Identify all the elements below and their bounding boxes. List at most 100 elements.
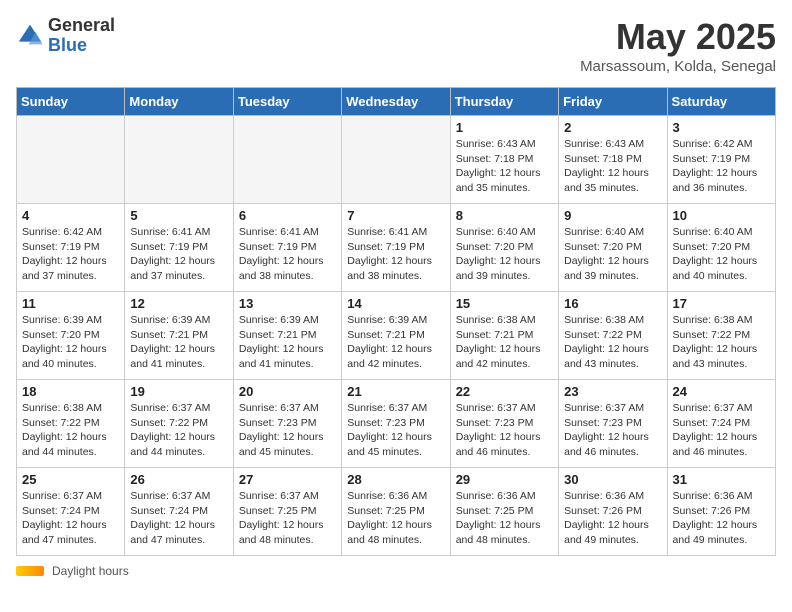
location-title: Marsassoum, Kolda, Senegal bbox=[580, 58, 776, 75]
calendar-cell: 8 Sunrise: 6:40 AM Sunset: 7:20 PM Daylig… bbox=[450, 204, 558, 292]
day-info: Sunrise: 6:41 AM Sunset: 7:19 PM Dayligh… bbox=[130, 225, 227, 284]
day-number: 17 bbox=[673, 296, 770, 311]
day-number: 29 bbox=[456, 472, 553, 487]
calendar-cell: 1Sunrise: 6:43 AM Sunset: 7:18 PM Daylig… bbox=[450, 116, 558, 204]
day-info: Sunrise: 6:40 AM Sunset: 7:20 PM Dayligh… bbox=[456, 225, 553, 284]
calendar-week-5: 25 Sunrise: 6:37 AM Sunset: 7:24 PM Dayli… bbox=[17, 468, 776, 556]
day-number: 27 bbox=[239, 472, 336, 487]
day-info: Sunrise: 6:37 AM Sunset: 7:22 PM Dayligh… bbox=[130, 401, 227, 460]
day-info: Sunrise: 6:37 AM Sunset: 7:23 PM Dayligh… bbox=[564, 401, 661, 460]
day-number: 31 bbox=[673, 472, 770, 487]
calendar-cell: 29 Sunrise: 6:36 AM Sunset: 7:25 PM Dayli… bbox=[450, 468, 558, 556]
calendar-week-3: 11 Sunrise: 6:39 AM Sunset: 7:20 PM Dayli… bbox=[17, 292, 776, 380]
day-number: 26 bbox=[130, 472, 227, 487]
calendar-cell: 12Sunrise: 6:39 AM Sunset: 7:21 PM Dayli… bbox=[125, 292, 233, 380]
day-number: 2 bbox=[564, 120, 661, 135]
day-number: 1 bbox=[456, 120, 553, 135]
day-info: Sunrise: 6:37 AM Sunset: 7:25 PM Dayligh… bbox=[239, 489, 336, 548]
day-info: Sunrise: 6:37 AM Sunset: 7:23 PM Dayligh… bbox=[347, 401, 444, 460]
calendar-cell bbox=[342, 116, 450, 204]
logo-general-text: General bbox=[48, 16, 115, 36]
day-number: 14 bbox=[347, 296, 444, 311]
day-number: 18 bbox=[22, 384, 119, 399]
day-info: Sunrise: 6:36 AM Sunset: 7:25 PM Dayligh… bbox=[456, 489, 553, 548]
header-friday: Friday bbox=[559, 88, 667, 116]
calendar-cell: 17 Sunrise: 6:38 AM Sunset: 7:22 PM Dayli… bbox=[667, 292, 775, 380]
calendar-week-1: 1 Sunrise: 6:43 AM Sunset: 7:18 PM Daylig… bbox=[17, 116, 776, 204]
calendar-cell: 27 Sunrise: 6:37 AM Sunset: 7:25 PM Dayli… bbox=[233, 468, 341, 556]
day-number: 11 bbox=[22, 296, 119, 311]
calendar-cell: 10Sunrise: 6:40 AM Sunset: 7:20 PM Dayli… bbox=[667, 204, 775, 292]
day-info: Sunrise: 6:39 AM Sunset: 7:21 PM Dayligh… bbox=[239, 313, 336, 372]
day-number: 19 bbox=[130, 384, 227, 399]
day-info: Sunrise: 6:39 AM Sunset: 7:20 PM Dayligh… bbox=[22, 313, 119, 372]
day-number: 5 bbox=[130, 208, 227, 223]
logo-blue-text: Blue bbox=[48, 36, 115, 56]
day-info: Sunrise: 6:38 AM Sunset: 7:22 PM Dayligh… bbox=[673, 313, 770, 372]
day-info: Sunrise: 6:42 AM Sunset: 7:19 PM Dayligh… bbox=[22, 225, 119, 284]
calendar-cell: 28 Sunrise: 6:36 AM Sunset: 7:25 PM Dayli… bbox=[342, 468, 450, 556]
day-number: 13 bbox=[239, 296, 336, 311]
calendar-cell: 15 Sunrise: 6:38 AM Sunset: 7:21 PM Dayli… bbox=[450, 292, 558, 380]
day-info: Sunrise: 6:41 AM Sunset: 7:19 PM Dayligh… bbox=[347, 225, 444, 284]
daylight-label: Daylight hours bbox=[52, 564, 129, 578]
day-info: Sunrise: 6:37 AM Sunset: 7:24 PM Dayligh… bbox=[130, 489, 227, 548]
day-number: 23 bbox=[564, 384, 661, 399]
calendar-cell: 4Sunrise: 6:42 AM Sunset: 7:19 PM Daylig… bbox=[17, 204, 125, 292]
calendar-cell: 16 Sunrise: 6:38 AM Sunset: 7:22 PM Dayli… bbox=[559, 292, 667, 380]
day-number: 16 bbox=[564, 296, 661, 311]
day-info: Sunrise: 6:40 AM Sunset: 7:20 PM Dayligh… bbox=[564, 225, 661, 284]
day-number: 28 bbox=[347, 472, 444, 487]
calendar-cell: 2 Sunrise: 6:43 AM Sunset: 7:18 PM Daylig… bbox=[559, 116, 667, 204]
day-info: Sunrise: 6:39 AM Sunset: 7:21 PM Dayligh… bbox=[347, 313, 444, 372]
calendar-week-2: 4Sunrise: 6:42 AM Sunset: 7:19 PM Daylig… bbox=[17, 204, 776, 292]
day-number: 15 bbox=[456, 296, 553, 311]
day-number: 22 bbox=[456, 384, 553, 399]
header-sunday: Sunday bbox=[17, 88, 125, 116]
day-info: Sunrise: 6:36 AM Sunset: 7:25 PM Dayligh… bbox=[347, 489, 444, 548]
header-wednesday: Wednesday bbox=[342, 88, 450, 116]
day-info: Sunrise: 6:36 AM Sunset: 7:26 PM Dayligh… bbox=[673, 489, 770, 548]
calendar-cell: 22Sunrise: 6:37 AM Sunset: 7:23 PM Dayli… bbox=[450, 380, 558, 468]
calendar-cell: 23 Sunrise: 6:37 AM Sunset: 7:23 PM Dayli… bbox=[559, 380, 667, 468]
day-info: Sunrise: 6:38 AM Sunset: 7:21 PM Dayligh… bbox=[456, 313, 553, 372]
calendar-cell: 3 Sunrise: 6:42 AM Sunset: 7:19 PM Daylig… bbox=[667, 116, 775, 204]
calendar-table: SundayMondayTuesdayWednesdayThursdayFrid… bbox=[16, 87, 776, 556]
day-info: Sunrise: 6:37 AM Sunset: 7:24 PM Dayligh… bbox=[673, 401, 770, 460]
title-area: May 2025 Marsassoum, Kolda, Senegal bbox=[580, 16, 776, 75]
calendar-cell: 21 Sunrise: 6:37 AM Sunset: 7:23 PM Dayli… bbox=[342, 380, 450, 468]
day-info: Sunrise: 6:39 AM Sunset: 7:21 PM Dayligh… bbox=[130, 313, 227, 372]
header-saturday: Saturday bbox=[667, 88, 775, 116]
calendar-cell: 20Sunrise: 6:37 AM Sunset: 7:23 PM Dayli… bbox=[233, 380, 341, 468]
day-number: 21 bbox=[347, 384, 444, 399]
calendar-header-row: SundayMondayTuesdayWednesdayThursdayFrid… bbox=[17, 88, 776, 116]
calendar-cell: 13 Sunrise: 6:39 AM Sunset: 7:21 PM Dayli… bbox=[233, 292, 341, 380]
day-info: Sunrise: 6:37 AM Sunset: 7:24 PM Dayligh… bbox=[22, 489, 119, 548]
header: General Blue May 2025 Marsassoum, Kolda,… bbox=[16, 16, 776, 75]
calendar-cell: 24Sunrise: 6:37 AM Sunset: 7:24 PM Dayli… bbox=[667, 380, 775, 468]
calendar-cell: 25 Sunrise: 6:37 AM Sunset: 7:24 PM Dayli… bbox=[17, 468, 125, 556]
calendar-cell: 5 Sunrise: 6:41 AM Sunset: 7:19 PM Daylig… bbox=[125, 204, 233, 292]
day-info: Sunrise: 6:38 AM Sunset: 7:22 PM Dayligh… bbox=[564, 313, 661, 372]
day-number: 10 bbox=[673, 208, 770, 223]
header-thursday: Thursday bbox=[450, 88, 558, 116]
calendar-cell: 11 Sunrise: 6:39 AM Sunset: 7:20 PM Dayli… bbox=[17, 292, 125, 380]
footer-note: Daylight hours bbox=[16, 564, 776, 578]
calendar-week-4: 18Sunrise: 6:38 AM Sunset: 7:22 PM Dayli… bbox=[17, 380, 776, 468]
calendar-cell: 19 Sunrise: 6:37 AM Sunset: 7:22 PM Dayli… bbox=[125, 380, 233, 468]
calendar-cell bbox=[125, 116, 233, 204]
day-info: Sunrise: 6:42 AM Sunset: 7:19 PM Dayligh… bbox=[673, 137, 770, 196]
calendar-cell: 18Sunrise: 6:38 AM Sunset: 7:22 PM Dayli… bbox=[17, 380, 125, 468]
calendar-cell: 31 Sunrise: 6:36 AM Sunset: 7:26 PM Dayli… bbox=[667, 468, 775, 556]
day-number: 3 bbox=[673, 120, 770, 135]
calendar-cell bbox=[233, 116, 341, 204]
calendar-cell: 6Sunrise: 6:41 AM Sunset: 7:19 PM Daylig… bbox=[233, 204, 341, 292]
day-info: Sunrise: 6:37 AM Sunset: 7:23 PM Dayligh… bbox=[239, 401, 336, 460]
day-info: Sunrise: 6:43 AM Sunset: 7:18 PM Dayligh… bbox=[564, 137, 661, 196]
day-number: 6 bbox=[239, 208, 336, 223]
calendar-cell bbox=[17, 116, 125, 204]
day-number: 8 bbox=[456, 208, 553, 223]
day-number: 25 bbox=[22, 472, 119, 487]
header-tuesday: Tuesday bbox=[233, 88, 341, 116]
daylight-bar-icon bbox=[16, 566, 44, 576]
